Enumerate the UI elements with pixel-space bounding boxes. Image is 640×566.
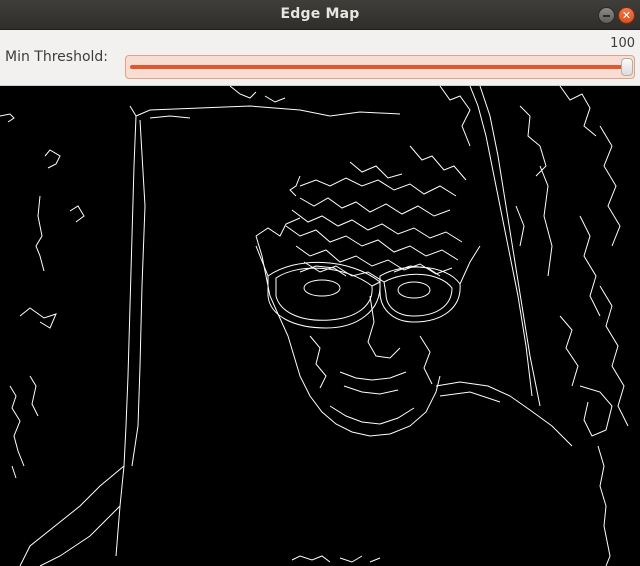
edge-map-image bbox=[0, 86, 640, 566]
min-threshold-slider[interactable] bbox=[125, 55, 635, 79]
close-glyph: ✕ bbox=[621, 9, 632, 22]
slider-handle[interactable] bbox=[621, 58, 633, 76]
edge-lines bbox=[0, 86, 629, 566]
min-threshold-label: Min Threshold: bbox=[5, 49, 109, 65]
close-icon[interactable]: ✕ bbox=[618, 7, 635, 24]
title-bar[interactable]: Edge Map ✕ bbox=[0, 0, 640, 30]
edge-map-window: Edge Map ✕ Min Threshold: 100 bbox=[0, 0, 640, 566]
window-title: Edge Map bbox=[280, 6, 360, 22]
minimize-icon[interactable] bbox=[598, 7, 615, 24]
min-threshold-value: 100 bbox=[610, 36, 635, 51]
trackbar-panel: Min Threshold: 100 bbox=[0, 30, 640, 86]
slider-fill bbox=[130, 65, 627, 69]
